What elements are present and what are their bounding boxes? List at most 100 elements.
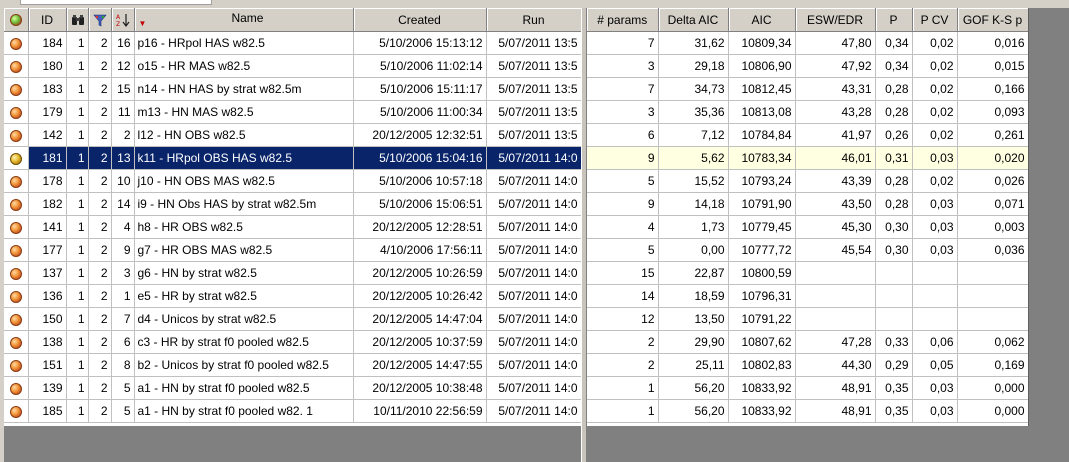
top-tab[interactable] — [20, 0, 212, 5]
table-row[interactable]: 9 5,62 10783,34 46,01 0,31 0,03 0,020 — [587, 146, 1028, 170]
params-cell: 7 — [587, 77, 659, 101]
table-row[interactable]: 182 1 2 14 i9 - HN Obs HAS by strat w82.5m 5/… — [4, 192, 581, 216]
header-name[interactable]: ▼ Name — [134, 8, 354, 32]
gof-cell: 0,016 — [957, 31, 1028, 55]
row-status-cell[interactable] — [4, 284, 29, 308]
table-row[interactable]: 180 1 2 12 o15 - HR MAS w82.5 5/10/2006 11:02… — [4, 54, 581, 78]
run-cell: 5/07/2011 13:5 — [486, 100, 581, 124]
table-row[interactable]: 137 1 2 3 g6 - HN by strat w82.5 20/12/2005 1… — [4, 261, 581, 285]
aic-cell: 10791,22 — [728, 307, 796, 331]
delta-aic-cell: 29,90 — [658, 330, 729, 354]
table-row[interactable]: 15 22,87 10800,59 — [587, 261, 1028, 285]
row-status-cell[interactable] — [4, 261, 29, 285]
p-cv-cell: 0,02 — [912, 77, 958, 101]
created-cell: 5/10/2006 15:06:51 — [353, 192, 487, 216]
run-cell: 5/07/2011 13:5 — [486, 77, 581, 101]
header-p[interactable]: P — [875, 8, 913, 32]
table-row[interactable]: 136 1 2 1 e5 - HR by strat w82.5 20/12/2005 1… — [4, 284, 581, 308]
header-aic[interactable]: AIC — [728, 8, 796, 32]
col2-cell: 2 — [88, 100, 112, 124]
run-cell: 5/07/2011 13:5 — [486, 31, 581, 55]
header-params[interactable]: # params — [587, 8, 659, 32]
table-row[interactable]: 3 35,36 10813,08 43,28 0,28 0,02 0,093 — [587, 100, 1028, 124]
table-row[interactable]: 12 13,50 10791,22 — [587, 307, 1028, 331]
table-row[interactable]: 2 29,90 10807,62 47,28 0,33 0,06 0,062 — [587, 330, 1028, 354]
table-row[interactable]: 138 1 2 6 c3 - HR by strat f0 pooled w82.5 20… — [4, 330, 581, 354]
table-row[interactable]: 9 14,18 10791,90 43,50 0,28 0,03 0,071 — [587, 192, 1028, 216]
name-cell: d4 - Unicos by strat w82.5 — [134, 307, 354, 331]
header-gof[interactable]: GOF K-S p — [957, 8, 1028, 32]
model-list-table: ID A Z ▼ Name Created Run 184 1 2 16 p16… — [4, 8, 581, 423]
table-row[interactable]: 151 1 2 8 b2 - Unicos by strat f0 pooled w82… — [4, 353, 581, 377]
header-created[interactable]: Created — [353, 8, 487, 32]
col3-cell: 15 — [111, 77, 135, 101]
col3-cell: 6 — [111, 330, 135, 354]
table-row[interactable]: 177 1 2 9 g7 - HR OBS MAS w82.5 4/10/2006 17:… — [4, 238, 581, 262]
table-row[interactable]: 178 1 2 10 j10 - HN OBS MAS w82.5 5/10/2006 1… — [4, 169, 581, 193]
header-esw-edr[interactable]: ESW/EDR — [795, 8, 876, 32]
status-ball-icon — [9, 14, 22, 27]
table-row[interactable]: 7 31,62 10809,34 47,80 0,34 0,02 0,016 — [587, 31, 1028, 55]
row-status-cell[interactable] — [4, 192, 29, 216]
table-row[interactable]: 183 1 2 15 n14 - HN HAS by strat w82.5m 5/10/… — [4, 77, 581, 101]
row-status-cell[interactable] — [4, 399, 29, 423]
table-row[interactable]: 142 1 2 2 l12 - HN OBS w82.5 20/12/2005 12:32… — [4, 123, 581, 147]
aic-cell: 10833,92 — [728, 399, 796, 423]
header-status[interactable] — [4, 8, 29, 32]
header-id[interactable]: ID — [28, 8, 67, 32]
row-status-cell[interactable] — [4, 376, 29, 400]
id-cell: 181 — [28, 146, 67, 170]
name-cell: e5 - HR by strat w82.5 — [134, 284, 354, 308]
row-status-cell[interactable] — [4, 100, 29, 124]
row-status-cell[interactable] — [4, 54, 29, 78]
row-status-cell[interactable] — [4, 353, 29, 377]
header-delta-aic[interactable]: Delta AIC — [658, 8, 729, 32]
params-cell: 2 — [587, 353, 659, 377]
row-status-cell[interactable] — [4, 215, 29, 239]
table-row[interactable]: 2 25,11 10802,83 44,30 0,29 0,05 0,169 — [587, 353, 1028, 377]
col1-cell: 1 — [66, 353, 89, 377]
col1-cell: 1 — [66, 31, 89, 55]
row-status-cell[interactable] — [4, 146, 29, 170]
p-cell — [875, 284, 913, 308]
row-status-cell[interactable] — [4, 31, 29, 55]
row-status-cell[interactable] — [4, 123, 29, 147]
header-p-cv[interactable]: P CV — [912, 8, 958, 32]
table-row[interactable]: 1 56,20 10833,92 48,91 0,35 0,03 0,000 — [587, 376, 1028, 400]
header-binoculars[interactable] — [66, 8, 89, 32]
row-status-cell[interactable] — [4, 238, 29, 262]
header-run[interactable]: Run — [486, 8, 581, 32]
table-row[interactable]: 5 15,52 10793,24 43,39 0,28 0,02 0,026 — [587, 169, 1028, 193]
row-status-cell[interactable] — [4, 77, 29, 101]
table-row[interactable]: 139 1 2 5 a1 - HN by strat f0 pooled w82.5 20… — [4, 376, 581, 400]
created-cell: 20/12/2005 10:26:42 — [353, 284, 487, 308]
table-row[interactable]: 179 1 2 11 m13 - HN MAS w82.5 5/10/2006 11:00… — [4, 100, 581, 124]
table-row[interactable]: 1 56,20 10833,92 48,91 0,35 0,03 0,000 — [587, 399, 1028, 423]
header-sort[interactable]: A Z — [111, 8, 135, 32]
table-row[interactable]: 14 18,59 10796,31 — [587, 284, 1028, 308]
p-cv-cell: 0,05 — [912, 353, 958, 377]
filter-icon — [92, 14, 107, 27]
table-row[interactable]: 150 1 2 7 d4 - Unicos by strat w82.5 20/12/20… — [4, 307, 581, 331]
table-row[interactable]: 7 34,73 10812,45 43,31 0,28 0,02 0,166 — [587, 77, 1028, 101]
header-filter[interactable] — [88, 8, 112, 32]
esw-edr-cell — [795, 261, 876, 285]
table-row[interactable]: 185 1 2 5 a1 - HN by strat f0 pooled w82. 11… — [4, 399, 581, 423]
row-status-cell[interactable] — [4, 169, 29, 193]
run-cell: 5/07/2011 14:0 — [486, 284, 581, 308]
row-status-cell[interactable] — [4, 330, 29, 354]
table-row[interactable]: 184 1 2 16 p16 - HRpol HAS w82.5 5/10/2006 15… — [4, 31, 581, 55]
table-row[interactable]: 6 7,12 10784,84 41,97 0,26 0,02 0,261 — [587, 123, 1028, 147]
row-status-cell[interactable] — [4, 307, 29, 331]
status-ball-icon — [9, 37, 22, 50]
id-cell: 138 — [28, 330, 67, 354]
table-row[interactable]: 3 29,18 10806,90 47,92 0,34 0,02 0,015 — [587, 54, 1028, 78]
col3-cell: 2 — [111, 123, 135, 147]
p-cell: 0,28 — [875, 77, 913, 101]
id-cell: 151 — [28, 353, 67, 377]
table-row[interactable]: 4 1,73 10779,45 45,30 0,30 0,03 0,003 — [587, 215, 1028, 239]
table-row[interactable]: 5 0,00 10777,72 45,54 0,30 0,03 0,036 — [587, 238, 1028, 262]
table-row[interactable]: 141 1 2 4 h8 - HR OBS w82.5 20/12/2005 12:28:… — [4, 215, 581, 239]
svg-text:A: A — [116, 14, 121, 21]
table-row[interactable]: 181 1 2 13 k11 - HRpol OBS HAS w82.5 5/10/200… — [4, 146, 581, 170]
